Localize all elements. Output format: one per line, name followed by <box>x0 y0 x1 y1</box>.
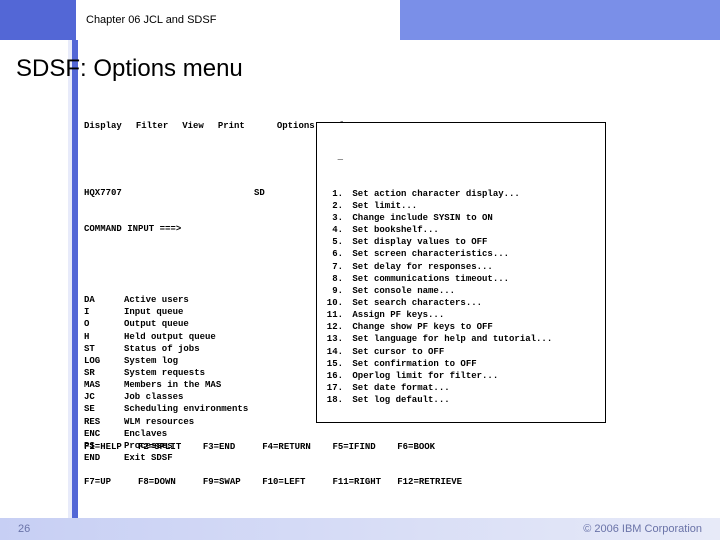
option-item-6[interactable]: 6. Set screen characteristics... <box>319 248 605 260</box>
option-label: Set log default... <box>347 394 450 406</box>
option-item-11[interactable]: 11. Assign PF keys... <box>319 309 605 321</box>
option-label: Set display values to OFF <box>347 236 487 248</box>
option-label: Set action character display... <box>347 188 520 200</box>
cmd-key: ST <box>84 343 124 355</box>
left-accent <box>0 40 78 518</box>
option-label: Set cursor to OFF <box>347 346 444 358</box>
option-item-4[interactable]: 4. Set bookshelf... <box>319 224 605 236</box>
cmd-key: JC <box>84 391 124 403</box>
option-number: 5. <box>319 236 343 248</box>
option-item-12[interactable]: 12. Change show PF keys to OFF <box>319 321 605 333</box>
option-label: Set language for help and tutorial... <box>347 333 552 345</box>
session-id: HQX7707 <box>84 187 124 199</box>
cmd-key: I <box>84 306 124 318</box>
option-number: 18. <box>319 394 343 406</box>
option-number: 15. <box>319 358 343 370</box>
option-number: 9. <box>319 285 343 297</box>
cmd-key: SE <box>84 403 124 415</box>
option-number: 10. <box>319 297 343 309</box>
cmd-key: SR <box>84 367 124 379</box>
function-keys: F1=HELP F2=SPLIT F3=END F4=RETURN F5=IFI… <box>84 418 694 500</box>
option-number: 7. <box>319 261 343 273</box>
option-label: Set bookshelf... <box>347 224 439 236</box>
option-item-3[interactable]: 3. Change include SYSIN to ON <box>319 212 605 224</box>
option-number: 14. <box>319 346 343 358</box>
option-label: Change include SYSIN to ON <box>347 212 493 224</box>
options-entry-field[interactable]: _ <box>319 151 605 163</box>
option-item-9[interactable]: 9. Set console name... <box>319 285 605 297</box>
option-number: 4. <box>319 224 343 236</box>
header-band: Chapter 06 JCL and SDSF <box>0 0 720 40</box>
option-number: 6. <box>319 248 343 260</box>
cmd-key: DA <box>84 294 124 306</box>
option-label: Set delay for responses... <box>347 261 493 273</box>
option-number: 1. <box>319 188 343 200</box>
option-item-18[interactable]: 18. Set log default... <box>319 394 605 406</box>
option-label: Assign PF keys... <box>347 309 444 321</box>
option-item-8[interactable]: 8. Set communications timeout... <box>319 273 605 285</box>
option-number: 2. <box>319 200 343 212</box>
option-label: Set date format... <box>347 382 450 394</box>
option-label: Change show PF keys to OFF <box>347 321 493 333</box>
slide-title: SDSF: Options menu <box>16 55 243 83</box>
option-label: Set limit... <box>347 200 417 212</box>
menu-filter[interactable]: Filter <box>136 121 168 131</box>
option-number: 17. <box>319 382 343 394</box>
option-item-14[interactable]: 14. Set cursor to OFF <box>319 346 605 358</box>
option-label: Operlog limit for filter... <box>347 370 498 382</box>
page-number: 26 <box>18 523 30 535</box>
cmd-key: LOG <box>84 355 124 367</box>
session-short: SD <box>254 187 265 199</box>
chapter-label: Chapter 06 JCL and SDSF <box>86 14 216 26</box>
menu-display[interactable]: Display <box>84 121 122 131</box>
copyright: © 2006 IBM Corporation <box>583 523 702 535</box>
menu-view[interactable]: View <box>182 121 204 131</box>
cmd-key: H <box>84 331 124 343</box>
footer: 26 © 2006 IBM Corporation <box>0 518 720 540</box>
menu-print[interactable]: Print <box>218 121 245 131</box>
option-number: 11. <box>319 309 343 321</box>
option-label: Set communications timeout... <box>347 273 509 285</box>
cmd-key: MAS <box>84 379 124 391</box>
cmd-key: O <box>84 318 124 330</box>
option-number: 8. <box>319 273 343 285</box>
option-item-13[interactable]: 13. Set language for help and tutorial..… <box>319 333 605 345</box>
menu-options[interactable]: Options <box>277 121 315 131</box>
option-number: 12. <box>319 321 343 333</box>
option-item-10[interactable]: 10. Set search characters... <box>319 297 605 309</box>
option-item-17[interactable]: 17. Set date format... <box>319 382 605 394</box>
option-item-16[interactable]: 16. Operlog limit for filter... <box>319 370 605 382</box>
option-label: Set screen characteristics... <box>347 248 509 260</box>
option-label: Set console name... <box>347 285 455 297</box>
option-number: 13. <box>319 333 343 345</box>
option-item-15[interactable]: 15. Set confirmation to OFF <box>319 358 605 370</box>
option-label: Set search characters... <box>347 297 482 309</box>
option-label: Set confirmation to OFF <box>347 358 477 370</box>
options-popup: _ 1. Set action character display...2. S… <box>316 122 606 423</box>
option-number: 3. <box>319 212 343 224</box>
option-item-1[interactable]: 1. Set action character display... <box>319 188 605 200</box>
option-item-2[interactable]: 2. Set limit... <box>319 200 605 212</box>
option-item-7[interactable]: 7. Set delay for responses... <box>319 261 605 273</box>
option-item-5[interactable]: 5. Set display values to OFF <box>319 236 605 248</box>
option-number: 16. <box>319 370 343 382</box>
